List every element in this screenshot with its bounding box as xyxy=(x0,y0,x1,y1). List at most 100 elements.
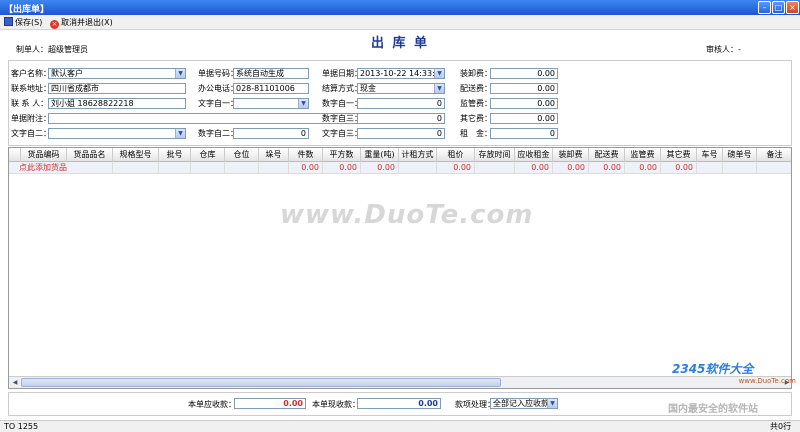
receivable-label: 本单应收款： xyxy=(188,400,236,409)
supervise-cell[interactable]: 0.00 xyxy=(625,162,661,174)
column-header[interactable]: 装卸费 xyxy=(553,148,589,162)
chevron-down-icon: ▼ xyxy=(547,399,557,408)
column-header[interactable]: 租价 xyxy=(437,148,475,162)
column-header[interactable]: 监管费 xyxy=(625,148,661,162)
other-cell[interactable]: 0.00 xyxy=(661,162,697,174)
customer-select[interactable]: 默认客户 ▼ xyxy=(48,68,186,79)
note-label: 单据附注： xyxy=(11,114,51,123)
column-header[interactable]: 其它费 xyxy=(661,148,697,162)
column-header[interactable]: 仓库 xyxy=(191,148,225,162)
page-title: 出 库 单 xyxy=(370,36,430,51)
address-input[interactable]: 四川省成都市 xyxy=(48,83,186,94)
status-bar: TO 1255 共0行 xyxy=(0,420,800,432)
column-header[interactable]: 货品编码 xyxy=(21,148,67,162)
column-header[interactable]: 备注 xyxy=(757,148,791,162)
minimize-button[interactable]: – xyxy=(758,1,771,14)
maximize-button[interactable]: □ xyxy=(772,1,785,14)
chevron-down-icon: ▼ xyxy=(298,99,308,108)
column-header[interactable]: 批号 xyxy=(159,148,191,162)
column-header[interactable]: 车号 xyxy=(697,148,723,162)
cancel-exit-button[interactable]: × 取消并退出(X) xyxy=(50,17,113,29)
address-label: 联系地址： xyxy=(11,84,51,93)
title-bar: 【出库单】 – □ × xyxy=(0,0,800,15)
delivery-cell[interactable]: 0.00 xyxy=(589,162,625,174)
column-header[interactable]: 平方数 xyxy=(323,148,361,162)
column-header[interactable]: 仓位 xyxy=(225,148,259,162)
qty-cell[interactable]: 0.00 xyxy=(289,162,323,174)
area-cell[interactable]: 0.00 xyxy=(323,162,361,174)
column-header[interactable]: 磅单号 xyxy=(723,148,757,162)
delivery-input[interactable]: 0.00 xyxy=(490,83,558,94)
unload-input[interactable]: 0.00 xyxy=(490,68,558,79)
status-left: TO 1255 xyxy=(4,422,39,431)
column-header[interactable]: 件数 xyxy=(289,148,323,162)
received-label: 本单现收款： xyxy=(312,400,360,409)
cancel-icon: × xyxy=(50,20,59,29)
auditor-label: 审核人：- xyxy=(706,45,741,54)
weight-cell[interactable]: 0.00 xyxy=(361,162,399,174)
digit1-input[interactable]: 0 xyxy=(357,98,445,109)
column-header[interactable]: 规格型号 xyxy=(113,148,159,162)
unload-cell[interactable]: 0.00 xyxy=(553,162,589,174)
column-header[interactable]: 货品品名 xyxy=(67,148,113,162)
close-button[interactable]: × xyxy=(786,1,799,14)
settle-select[interactable]: 现金 ▼ xyxy=(357,83,445,94)
scroll-left-icon[interactable]: ◀ xyxy=(10,378,20,387)
text3-label: 文字自三： xyxy=(322,129,362,138)
column-header[interactable]: 配送费 xyxy=(589,148,625,162)
docno-label: 单据号码： xyxy=(198,69,238,78)
other-input[interactable]: 0.00 xyxy=(490,113,558,124)
date-picker[interactable]: 2013-10-22 14:33:26 ▼ xyxy=(357,68,445,79)
add-goods-link[interactable]: 点此添加货品 xyxy=(9,162,113,174)
text1-select[interactable]: ▼ xyxy=(233,98,309,109)
num2-input[interactable]: 0 xyxy=(233,128,309,139)
supervise-input[interactable]: 0.00 xyxy=(490,98,558,109)
rent-cell[interactable]: 0.00 xyxy=(515,162,553,174)
column-header[interactable]: 计租方式 xyxy=(399,148,437,162)
delivery-label: 配送费： xyxy=(460,84,492,93)
supervise-label: 监管费： xyxy=(460,99,492,108)
price-cell[interactable]: 0.00 xyxy=(437,162,475,174)
window-title: 【出库单】 xyxy=(4,5,50,15)
column-header[interactable]: 重量(吨) xyxy=(361,148,399,162)
brand-logo: 2345软件大全 www.DuoTe.com xyxy=(672,360,796,385)
contact-input[interactable]: 刘小姐 18628822218 xyxy=(48,98,186,109)
chevron-down-icon: ▼ xyxy=(434,84,444,93)
brand-url: www.DuoTe.com xyxy=(738,377,796,385)
rent-input[interactable]: 0 xyxy=(490,128,558,139)
maker-label: 制单人：超级管理员 xyxy=(16,45,88,54)
brand-name: 2345软件大全 xyxy=(672,362,754,376)
customer-label: 客户名称： xyxy=(11,69,51,78)
num2-label: 数字自二： xyxy=(198,129,238,138)
text2-select[interactable]: ▼ xyxy=(48,128,186,139)
settle-label: 结算方式： xyxy=(322,84,362,93)
unload-label: 装卸费： xyxy=(460,69,492,78)
column-header[interactable]: 应收租金 xyxy=(515,148,553,162)
handling-select[interactable]: 全部记入应收款 ▼ xyxy=(490,398,558,409)
digit3-input[interactable]: 0 xyxy=(357,113,445,124)
row-count: 共0行 xyxy=(770,422,792,431)
chevron-down-icon: ▼ xyxy=(175,129,185,138)
phone-input[interactable]: 028-81101006 xyxy=(233,83,309,94)
table-row[interactable]: 点此添加货品 0.00 0.00 0.00 0.00 0.00 0.00 0.0… xyxy=(9,162,791,174)
row-indicator-header xyxy=(9,148,21,162)
text3-input[interactable]: 0 xyxy=(357,128,445,139)
handling-label: 款项处理： xyxy=(455,400,495,409)
column-header[interactable]: 存放时间 xyxy=(475,148,515,162)
watermark-slogan: 国内最安全的软件站 xyxy=(668,404,758,415)
docno-input[interactable]: 系统自动生成 xyxy=(233,68,309,79)
receivable-input[interactable]: 0.00 xyxy=(234,398,306,409)
phone-label: 办公电话： xyxy=(198,84,238,93)
text1-label: 文字自一： xyxy=(198,99,238,108)
save-button[interactable]: 保存(S) xyxy=(4,17,42,28)
received-input[interactable]: 0.00 xyxy=(357,398,441,409)
chevron-down-icon: ▼ xyxy=(434,69,444,78)
goods-grid[interactable]: 货品编码 货品品名 规格型号 批号 仓库 仓位 垛号 件数 平方数 重量(吨) … xyxy=(8,147,792,389)
contact-label: 联 系 人： xyxy=(11,99,49,108)
digit3-label: 数字自三： xyxy=(322,114,362,123)
chevron-down-icon: ▼ xyxy=(175,69,185,78)
grid-header: 货品编码 货品品名 规格型号 批号 仓库 仓位 垛号 件数 平方数 重量(吨) … xyxy=(9,148,791,162)
toolbar: 保存(S) × 取消并退出(X) xyxy=(0,15,800,30)
scroll-thumb[interactable] xyxy=(21,378,501,387)
column-header[interactable]: 垛号 xyxy=(259,148,289,162)
